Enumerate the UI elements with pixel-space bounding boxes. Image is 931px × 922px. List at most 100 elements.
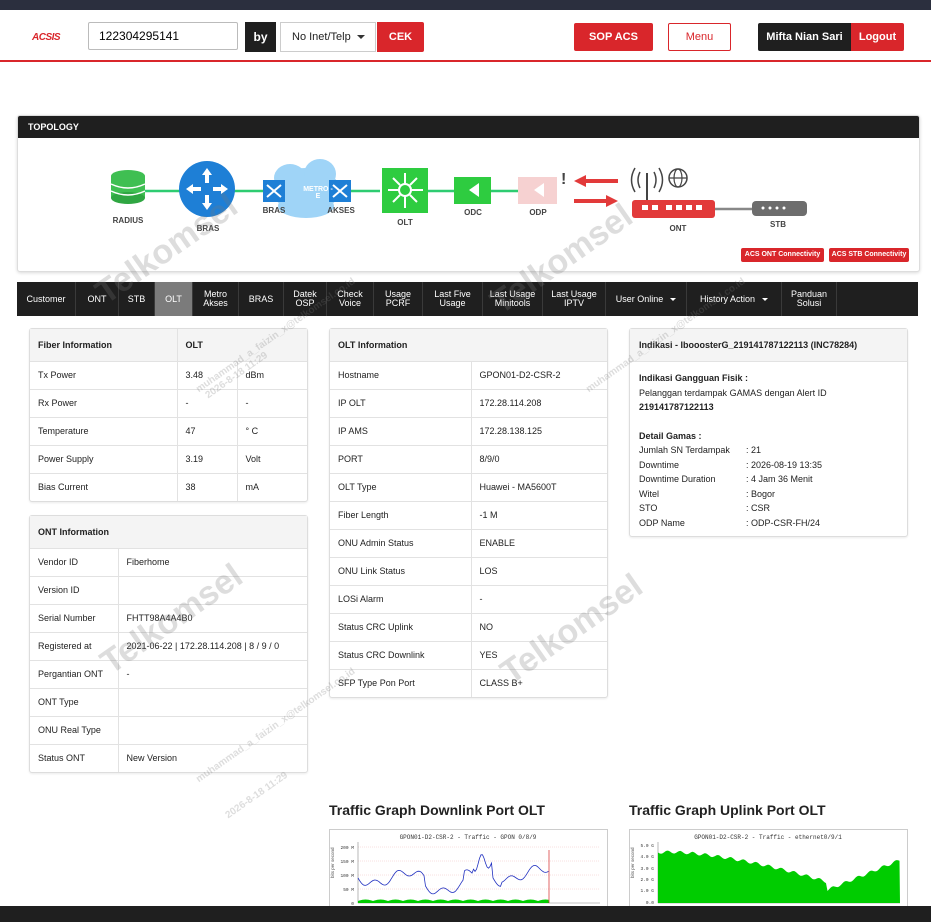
tab-usage-pcrf[interactable]: Usage PCRF [374, 282, 423, 316]
table-row: Rx Power - - [30, 388, 307, 417]
odc-icon[interactable] [454, 177, 491, 204]
up-tick: 5.0 G [640, 843, 654, 849]
tab-history-action[interactable]: History Action [687, 282, 782, 316]
table-row: OLT Type Huawei - MA5600T [330, 472, 607, 501]
olt-icon[interactable] [382, 168, 428, 213]
watermark-stamp: 2026-8-18 11:29 [223, 769, 290, 822]
olt-info-title: OLT Information [330, 329, 607, 361]
metro-label: METRO - E [303, 186, 333, 200]
olt-label: OLT [397, 218, 413, 227]
gangguan-label: Indikasi Gangguan Fisik : [639, 373, 749, 383]
downlink-out-series [358, 899, 549, 903]
downlink-traffic-graph: GPON01-D2-CSR-2 - Traffic - GPON 0/8/9 b… [329, 829, 608, 911]
detail-row: ODP Name: ODP-CSR-FH/24 [639, 517, 821, 528]
table-row: Registered at 2021-06-22 | 172.28.114.208… [30, 631, 307, 660]
ont-label: ONT [669, 224, 687, 233]
globe-icon [668, 168, 688, 188]
uplink-caption: GPON01-D2-CSR-2 - Traffic - ethernet0/9/… [694, 834, 842, 841]
tab-panduan-solusi[interactable]: Panduan Solusi [782, 282, 837, 316]
down-tick: 200 M [340, 845, 354, 851]
table-row: Pergantian ONT - [30, 659, 307, 688]
cek-button[interactable]: CEK [377, 22, 424, 52]
alert-id: 219141787122113 [639, 402, 714, 412]
bras-switch-icon[interactable] [263, 180, 285, 202]
tab-user-online[interactable]: User Online [606, 282, 687, 316]
table-row: ONU Real Type [30, 715, 307, 744]
tab-datek-osp[interactable]: Datek OSP [284, 282, 327, 316]
tab-check-voice[interactable]: Check Voice [327, 282, 374, 316]
user-name-button[interactable]: Mifta Nian Sari [758, 23, 851, 51]
filter-select[interactable]: No Inet/Telp [280, 22, 376, 52]
akses-label: AKSES [327, 206, 355, 215]
odp-icon[interactable] [518, 177, 557, 204]
table-row: Status CRC Uplink NO [330, 612, 607, 641]
table-row: SFP Type Pon Port CLASS B+ [330, 668, 607, 697]
table-row: ONU Link Status LOS [330, 556, 607, 585]
acs-stb-connectivity-button[interactable]: ACS STB Connectivity [829, 248, 909, 262]
table-row: ONT Type [30, 687, 307, 716]
table-row: Temperature 47 ° C [30, 416, 307, 445]
indikasi-title: Indikasi - IbooosterG_219141787122113 (I… [630, 329, 907, 362]
ont-device-icon[interactable] [630, 167, 716, 218]
table-row: Vendor ID Fiberhome [30, 547, 307, 576]
stb-label: STB [770, 220, 786, 229]
table-row: ONU Admin Status ENABLE [330, 528, 607, 557]
uplink-graph-title: Traffic Graph Uplink Port OLT [629, 802, 826, 818]
down-tick: 50 M [343, 887, 354, 893]
down-tick: 100 M [340, 873, 354, 879]
alert-mark: ! [561, 171, 566, 188]
radius-db-icon[interactable] [110, 170, 146, 204]
up-tick: 1.0 G [640, 888, 654, 894]
uplink-axis-label: bits per second [630, 847, 635, 878]
tab-last-five-usage[interactable]: Last Five Usage [423, 282, 483, 316]
bras-label: BRAS [196, 224, 220, 233]
table-row: Version ID [30, 575, 307, 604]
app-header: ACSIS by No Inet/Telp CEK SOP ACS Menu M… [0, 10, 931, 62]
tab-olt[interactable]: OLT [155, 282, 193, 316]
downlink-axis-label: bits per second [330, 847, 335, 878]
radius-label: RADIUS [112, 216, 144, 225]
acsis-logo[interactable]: ACSIS [32, 32, 61, 43]
table-row: Serial Number FHTT98A4A4B0 [30, 603, 307, 632]
chevron-down-icon [670, 297, 677, 301]
topology-panel: TOPOLOGY ! METRO - E RADIUS BRAS BRAS AK… [17, 115, 920, 272]
filter-select-value: No Inet/Telp [292, 31, 351, 43]
detail-row: Witel: Bogor [639, 488, 776, 499]
tab-last-usage-minitools[interactable]: Last Usage Minitools [483, 282, 543, 316]
search-input[interactable] [88, 22, 238, 50]
olt-information-panel: OLT Information Hostname GPON01-D2-CSR-2 … [329, 328, 608, 698]
table-row: Hostname GPON01-D2-CSR-2 [330, 360, 607, 389]
stb-device-icon[interactable] [752, 201, 807, 216]
table-row: Fiber Length -1 M [330, 500, 607, 529]
fiber-info-column-olt: OLT [176, 329, 307, 361]
bottom-dark-strip [0, 906, 931, 922]
tab-metro-akses[interactable]: Metro Akses [193, 282, 239, 316]
tab-stb[interactable]: STB [119, 282, 155, 316]
downlink-in-series [357, 854, 549, 895]
up-tick: 2.0 G [640, 877, 654, 883]
tab-customer[interactable]: Customer [17, 282, 76, 316]
fiber-information-panel: Fiber Information OLT Tx Power 3.48 dBm Rx… [29, 328, 308, 502]
tab-bras[interactable]: BRAS [239, 282, 284, 316]
table-row: IP OLT 172.28.114.208 [330, 388, 607, 417]
chevron-down-icon [357, 35, 365, 39]
detail-row: Downtime Duration: 4 Jam 36 Menit [639, 474, 813, 484]
table-row: LOSi Alarm - [330, 584, 607, 613]
logout-button[interactable]: Logout [851, 23, 904, 51]
downlink-caption: GPON01-D2-CSR-2 - Traffic - GPON 0/8/9 [400, 834, 537, 841]
menu-button[interactable]: Menu [668, 23, 731, 51]
gangguan-text: Pelanggan terdampak GAMAS dengan Alert I… [639, 387, 827, 398]
uplink-traffic-graph: GPON01-D2-CSR-2 - Traffic - ethernet0/9/… [629, 829, 908, 911]
fiber-info-title: Fiber Information [30, 329, 177, 361]
tab-bar: Customer ONT STB OLT Metro Akses BRAS Da… [17, 282, 918, 316]
tab-ont[interactable]: ONT [76, 282, 119, 316]
up-tick: 4.0 G [640, 854, 654, 860]
sop-acs-button[interactable]: SOP ACS [574, 23, 653, 51]
ont-info-title: ONT Information [30, 516, 307, 548]
table-row: Status CRC Downlink YES [330, 640, 607, 669]
top-dark-strip [0, 0, 931, 10]
tab-last-usage-iptv[interactable]: Last Usage IPTV [543, 282, 606, 316]
topology-title: TOPOLOGY [18, 116, 919, 138]
router-icon[interactable] [179, 161, 235, 217]
acs-ont-connectivity-button[interactable]: ACS ONT Connectivity [741, 248, 824, 262]
